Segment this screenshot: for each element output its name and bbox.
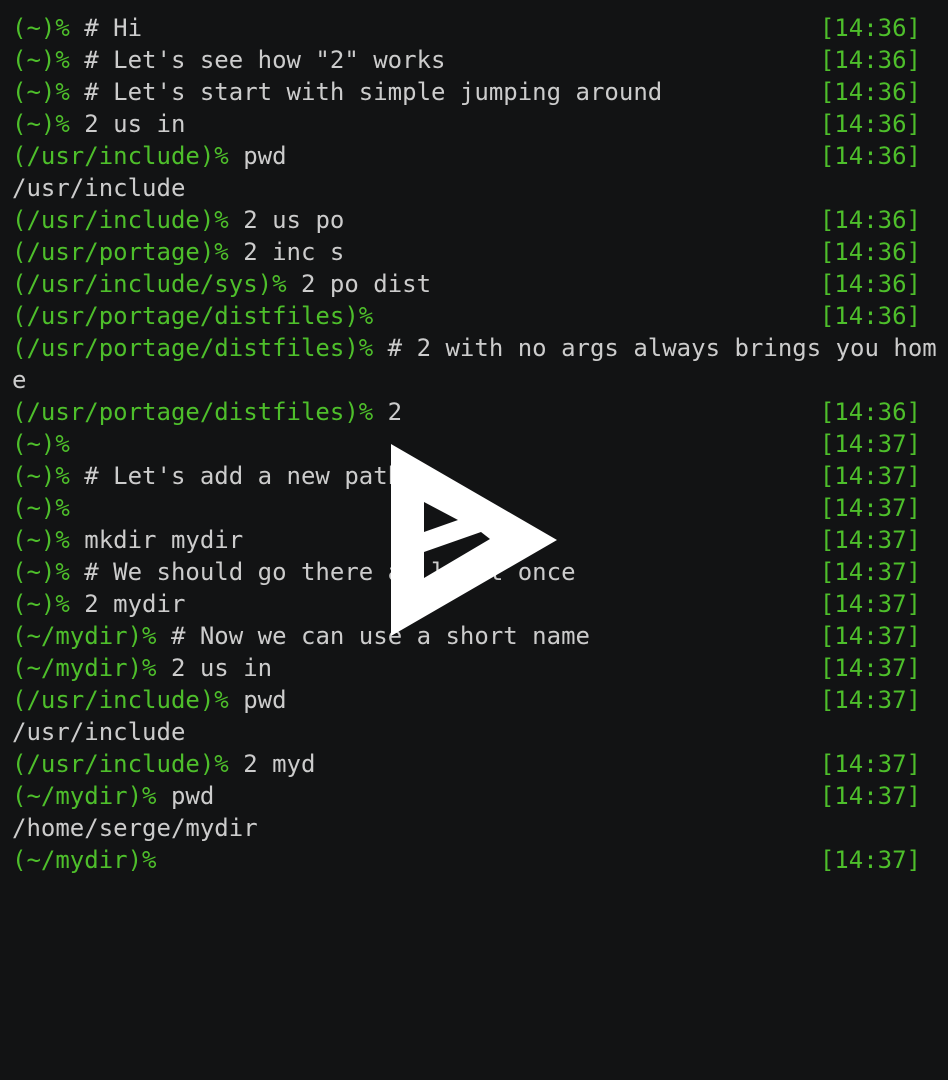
- timestamp: [14:37]: [819, 750, 921, 778]
- prompt-line: (~)% # Let's see how "2" works [14:36]: [12, 44, 936, 76]
- output-line: /usr/include: [12, 716, 936, 748]
- shell-prompt: (/usr/portage/distfiles)%: [12, 398, 374, 426]
- prompt-line: (/usr/portage)% 2 inc s [14:36]: [12, 236, 936, 268]
- timestamp: [14:37]: [819, 462, 921, 490]
- shell-prompt: (/usr/include)%: [12, 206, 229, 234]
- timestamp: [14:36]: [819, 238, 921, 266]
- shell-prompt: (/usr/include)%: [12, 686, 229, 714]
- prompt-line: (/usr/include/sys)% 2 po dist [14:36]: [12, 268, 936, 300]
- shell-prompt: (/usr/portage)%: [12, 238, 229, 266]
- play-icon: [391, 444, 557, 636]
- timestamp: [14:36]: [819, 14, 921, 42]
- command-text: pwd: [228, 142, 287, 170]
- shell-prompt: (~)%: [12, 110, 70, 138]
- timestamp: [14:36]: [819, 302, 921, 330]
- prompt-line: (/usr/include)% pwd [14:36]: [12, 140, 936, 172]
- command-text: 2 po dist: [286, 270, 432, 298]
- command-text: 2 mydir: [69, 590, 186, 618]
- shell-prompt: (~/mydir)%: [12, 654, 157, 682]
- shell-prompt: (/usr/portage/distfiles)%: [12, 334, 374, 362]
- output-text: /usr/include: [12, 174, 186, 202]
- timestamp: [14:37]: [819, 558, 921, 586]
- shell-prompt: (~)%: [12, 78, 70, 106]
- timestamp: [14:36]: [819, 110, 921, 138]
- timestamp: [14:36]: [819, 142, 921, 170]
- prompt-line: (~/mydir)% 2 us in [14:37]: [12, 652, 936, 684]
- shell-prompt: (~/mydir)%: [12, 846, 157, 874]
- prompt-line: (/usr/include)% pwd [14:37]: [12, 684, 936, 716]
- command-text: # Let's see how "2" works: [69, 46, 446, 74]
- command-text: 2 myd: [228, 750, 316, 778]
- timestamp: [14:36]: [819, 270, 921, 298]
- shell-prompt: (~)%: [12, 14, 70, 42]
- command-text: 2 us in: [69, 110, 186, 138]
- command-text: pwd: [228, 686, 287, 714]
- timestamp: [14:36]: [819, 206, 921, 234]
- timestamp: [14:37]: [819, 686, 921, 714]
- command-text: pwd: [156, 782, 215, 810]
- shell-prompt: (~/mydir)%: [12, 622, 157, 650]
- play-button[interactable]: [390, 444, 558, 636]
- prompt-line: (/usr/include)% 2 us po [14:36]: [12, 204, 936, 236]
- shell-prompt: (/usr/include)%: [12, 142, 229, 170]
- prompt-line: (/usr/portage/distfiles)% # 2 with no ar…: [12, 332, 937, 364]
- output-line: /usr/include: [12, 172, 936, 204]
- shell-prompt: (~)%: [12, 526, 70, 554]
- timestamp: [14:37]: [819, 590, 921, 618]
- command-text: 2 us po: [228, 206, 345, 234]
- output-text: /usr/include: [12, 718, 186, 746]
- command-text: # 2 with no args always brings you hom: [373, 334, 937, 362]
- output-text: /home/serge/mydir: [12, 814, 258, 842]
- prompt-line: (/usr/portage/distfiles)% 2 [14:36]: [12, 396, 936, 428]
- prompt-line: (~)% # Let's start with simple jumping a…: [12, 76, 936, 108]
- shell-prompt: (~)%: [12, 430, 70, 458]
- shell-prompt: (/usr/portage/distfiles)%: [12, 302, 374, 330]
- shell-prompt: (~)%: [12, 46, 70, 74]
- timestamp: [14:36]: [819, 398, 921, 426]
- output-line: /home/serge/mydir: [12, 812, 936, 844]
- timestamp: [14:37]: [819, 526, 921, 554]
- timestamp: [14:37]: [819, 494, 921, 522]
- timestamp: [14:37]: [819, 622, 921, 650]
- command-text: mkdir mydir: [69, 526, 244, 554]
- prompt-line: (/usr/portage/distfiles)% [14:36]: [12, 300, 936, 332]
- timestamp: [14:37]: [819, 782, 921, 810]
- shell-prompt: (~)%: [12, 590, 70, 618]
- command-text: # Hi: [69, 14, 143, 42]
- terminal-window[interactable]: (~)% # Hi [14:36] (~)% # Let's see how "2"…: [0, 0, 948, 1080]
- shell-prompt: (/usr/include)%: [12, 750, 229, 778]
- shell-prompt: (~)%: [12, 494, 70, 522]
- command-text: 2 us in: [156, 654, 273, 682]
- command-text: # Let's add a new path: [69, 462, 403, 490]
- prompt-line: (~)% # Hi [14:36]: [12, 12, 936, 44]
- prompt-line: (/usr/include)% 2 myd [14:37]: [12, 748, 936, 780]
- shell-prompt: (/usr/include/sys)%: [12, 270, 287, 298]
- output-text: e: [12, 366, 27, 394]
- output-line: e: [12, 364, 936, 396]
- shell-prompt: (~/mydir)%: [12, 782, 157, 810]
- shell-prompt: (~)%: [12, 462, 70, 490]
- command-text: 2: [373, 398, 403, 426]
- command-text: # Let's start with simple jumping around: [69, 78, 663, 106]
- prompt-line: (~/mydir)% pwd [14:37]: [12, 780, 936, 812]
- timestamp: [14:36]: [819, 78, 921, 106]
- timestamp: [14:37]: [819, 430, 921, 458]
- timestamp: [14:36]: [819, 46, 921, 74]
- prompt-line: (~)% 2 us in [14:36]: [12, 108, 936, 140]
- timestamp: [14:37]: [819, 654, 921, 682]
- timestamp: [14:37]: [819, 846, 921, 874]
- shell-prompt: (~)%: [12, 558, 70, 586]
- prompt-line: (~/mydir)% [14:37]: [12, 844, 936, 876]
- command-text: 2 inc s: [228, 238, 345, 266]
